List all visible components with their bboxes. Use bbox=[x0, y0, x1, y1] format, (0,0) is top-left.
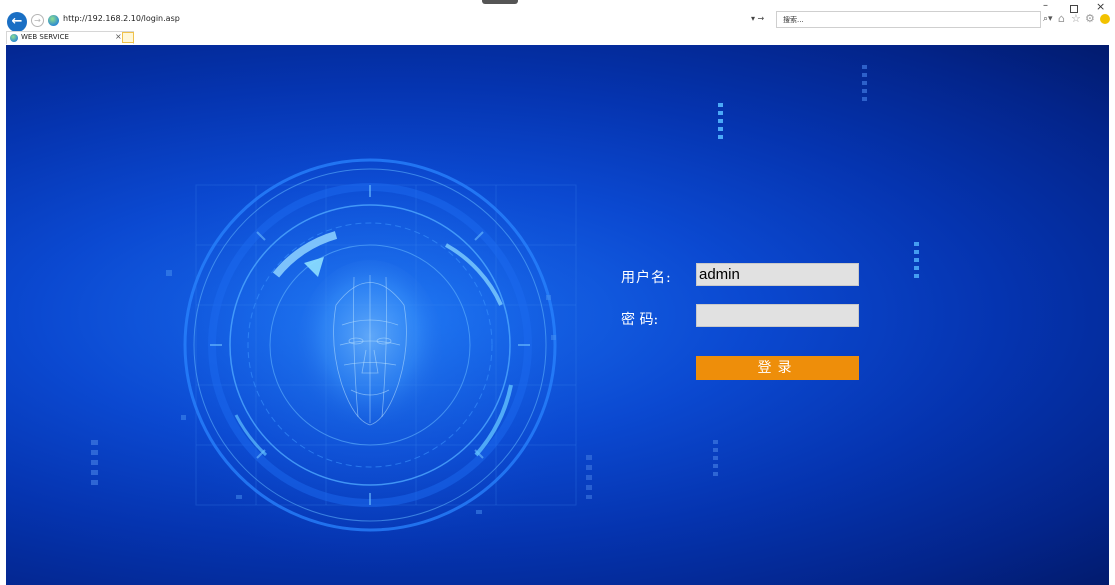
face-scan-illustration bbox=[140, 115, 600, 575]
decorative-dots bbox=[713, 440, 718, 480]
password-label: 密 码: bbox=[621, 312, 659, 328]
address-bar[interactable]: http://192.168.2.10/login.asp bbox=[63, 14, 180, 23]
home-icon[interactable]: ⌂ bbox=[1058, 12, 1065, 25]
decorative-dots bbox=[586, 455, 592, 499]
browser-tab[interactable]: WEB SERVICE × bbox=[6, 31, 134, 44]
decorative-dots bbox=[718, 103, 723, 141]
address-go-button[interactable]: ▾ → bbox=[751, 14, 764, 23]
password-field[interactable] bbox=[696, 304, 859, 327]
window-drag-handle[interactable] bbox=[482, 0, 518, 4]
browser-chrome: ← → http://192.168.2.10/login.asp ▾ → 搜索… bbox=[0, 0, 1115, 45]
page-margin-right bbox=[1109, 45, 1115, 585]
search-input[interactable]: 搜索... bbox=[776, 11, 1041, 28]
tab-title: WEB SERVICE bbox=[21, 33, 69, 41]
login-page: 用户名: 密 码: 登录 bbox=[6, 45, 1109, 585]
star-icon[interactable]: ☆ bbox=[1071, 12, 1081, 25]
decorative-dots bbox=[91, 440, 98, 488]
forward-arrow-icon[interactable]: → bbox=[31, 14, 44, 27]
login-button[interactable]: 登录 bbox=[696, 356, 859, 380]
minimize-button[interactable]: – bbox=[1043, 0, 1048, 11]
back-arrow-icon[interactable]: ← bbox=[7, 12, 27, 32]
gear-icon[interactable]: ⚙ bbox=[1085, 12, 1095, 25]
site-icon bbox=[48, 15, 59, 26]
close-window-button[interactable]: × bbox=[1096, 0, 1105, 13]
search-icon[interactable]: ⌕▾ bbox=[1043, 14, 1053, 24]
decorative-dots bbox=[862, 65, 867, 105]
tab-close-icon[interactable]: × bbox=[115, 32, 122, 41]
username-label: 用户名: bbox=[621, 270, 672, 286]
username-field[interactable] bbox=[696, 263, 859, 286]
tab-favicon-icon bbox=[10, 34, 18, 42]
new-tab-icon[interactable] bbox=[122, 32, 134, 43]
decorative-dots bbox=[914, 242, 919, 282]
smile-icon[interactable] bbox=[1100, 14, 1110, 24]
search-placeholder: 搜索... bbox=[783, 16, 804, 24]
